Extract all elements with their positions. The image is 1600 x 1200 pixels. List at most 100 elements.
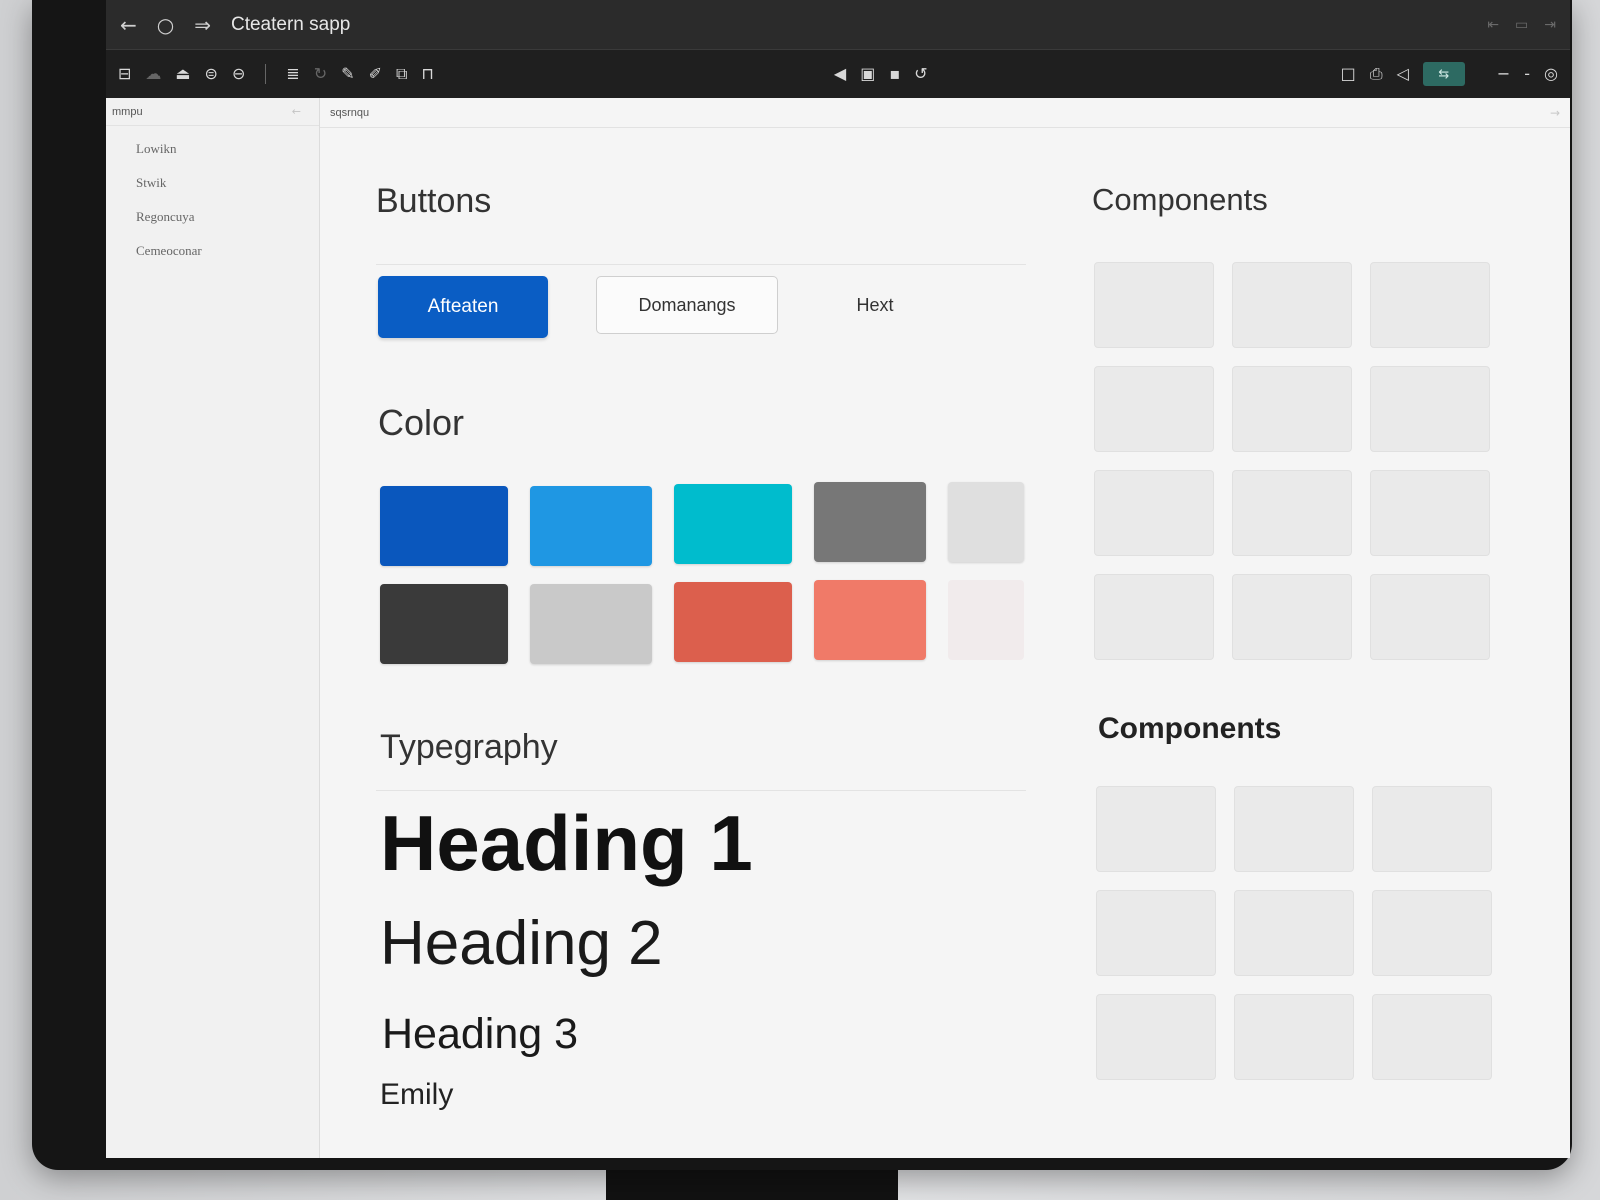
color-section-title: Color	[378, 402, 465, 443]
pen-icon[interactable]: ✎	[341, 66, 354, 82]
sidebar-list: Lowikn Stwik Regoncuya Cemeoconar	[106, 126, 319, 268]
component-tile[interactable]	[1096, 890, 1216, 976]
expand-icon[interactable]: ⇥	[1544, 17, 1556, 33]
secondary-button[interactable]: Domanangs	[596, 276, 778, 334]
volume-icon[interactable]: ◁	[1397, 66, 1409, 82]
component-tile[interactable]	[1232, 470, 1352, 556]
window-title: Cteatern sapp	[230, 13, 351, 35]
toolbar-right-group: □ ⎙ ◁ ⇆ − - ◎	[1341, 62, 1558, 86]
color-swatch[interactable]	[380, 584, 508, 664]
component-tile[interactable]	[1096, 994, 1216, 1080]
text-button[interactable]: Hext	[820, 276, 930, 334]
layers-icon[interactable]: ⊟	[118, 66, 131, 82]
heading-1-sample: Heading 1	[380, 799, 753, 887]
body-text-sample: Emily	[380, 1078, 454, 1111]
component-tile[interactable]	[1096, 786, 1216, 872]
component-tile[interactable]	[1232, 262, 1352, 348]
square-icon[interactable]: □	[1341, 66, 1356, 82]
color-swatch[interactable]	[814, 482, 926, 562]
component-tile[interactable]	[1234, 994, 1354, 1080]
component-tile[interactable]	[1370, 574, 1490, 660]
color-swatch[interactable]	[380, 486, 508, 566]
forward-arrow-icon[interactable]: ⇒	[194, 15, 211, 35]
section-divider	[376, 790, 1026, 791]
buttons-section-title: Buttons	[376, 182, 492, 220]
sidebar-item[interactable]: Stwik	[106, 166, 319, 200]
stack-icon[interactable]: ⊜	[205, 66, 218, 82]
nav-buttons: ← ○ ⇒	[120, 15, 211, 35]
sync-button[interactable]: ⇆	[1422, 62, 1465, 86]
breadcrumb: sqsrnqu →	[320, 98, 1570, 128]
component-tile[interactable]	[1232, 366, 1352, 452]
main-canvas: sqsrnqu → Buttons Afteaten Domanangs Hex…	[320, 98, 1570, 1158]
app-body: mmpu ← Lowikn Stwik Regoncuya Cemeoconar…	[106, 98, 1570, 1158]
color-swatch[interactable]	[674, 484, 792, 564]
toolbar-left-group: ⊟ ☁ ⏏ ⊜ ⊖ ≣ ↻ ✎ ✐ ⧉ ⊓	[118, 64, 434, 84]
color-swatch[interactable]	[530, 584, 652, 664]
list-icon[interactable]: ≣	[286, 66, 299, 82]
component-tile[interactable]	[1234, 786, 1354, 872]
toolbar: ⊟ ☁ ⏏ ⊜ ⊖ ≣ ↻ ✎ ✐ ⧉ ⊓ ◀ ▣ ▪ ↺ □ ⎙ ◁ ⇆ − …	[106, 50, 1570, 98]
dash-icon[interactable]: -	[1524, 66, 1530, 82]
component-tile[interactable]	[1372, 994, 1492, 1080]
component-tile[interactable]	[1370, 366, 1490, 452]
toolbar-separator	[265, 64, 267, 84]
frame-icon[interactable]: ⧉	[396, 66, 407, 82]
component-tile[interactable]	[1094, 262, 1214, 348]
close-icon[interactable]: ◎	[1544, 66, 1558, 82]
lock-icon[interactable]: ⊓	[421, 66, 433, 82]
tile-icon[interactable]: ▭	[1515, 17, 1528, 33]
monitor-bezel: ← ○ ⇒ Cteatern sapp ⇤ ▭ ⇥ ⊟ ☁ ⏏ ⊜ ⊖ ≣ ↻ …	[32, 0, 1572, 1170]
component-tile[interactable]	[1370, 262, 1490, 348]
component-tile[interactable]	[1372, 890, 1492, 976]
primary-button[interactable]: Afteaten	[378, 276, 548, 338]
save-icon[interactable]: ▪	[889, 66, 900, 82]
component-tile[interactable]	[1232, 574, 1352, 660]
breadcrumb-label: sqsrnqu	[330, 106, 370, 119]
cloud-icon[interactable]: ☁	[145, 66, 161, 82]
color-swatch[interactable]	[948, 580, 1024, 660]
app-window: ← ○ ⇒ Cteatern sapp ⇤ ▭ ⇥ ⊟ ☁ ⏏ ⊜ ⊖ ≣ ↻ …	[106, 0, 1570, 1158]
link-icon[interactable]: ↺	[914, 66, 927, 82]
brush-icon[interactable]: ✐	[369, 66, 382, 82]
sidebar: mmpu ← Lowikn Stwik Regoncuya Cemeoconar	[106, 98, 320, 1158]
sidebar-header: mmpu ←	[106, 98, 319, 126]
speaker-icon[interactable]: ◀	[834, 66, 846, 82]
component-tile[interactable]	[1094, 470, 1214, 556]
component-tile[interactable]	[1372, 786, 1492, 872]
typography-section-title: Typegraphy	[380, 728, 558, 766]
sidebar-item[interactable]: Cemeoconar	[106, 234, 319, 268]
component-tile[interactable]	[1370, 470, 1490, 556]
color-swatch[interactable]	[814, 580, 926, 660]
color-swatch[interactable]	[674, 582, 792, 662]
title-controls: ⇤ ▭ ⇥	[1487, 17, 1556, 33]
sidebar-title: mmpu	[112, 105, 143, 118]
components-grid	[1094, 262, 1490, 660]
color-swatch[interactable]	[948, 482, 1024, 562]
components-grid	[1096, 786, 1492, 1080]
component-tile[interactable]	[1094, 366, 1214, 452]
minimize-icon[interactable]: −	[1497, 66, 1510, 82]
breadcrumb-arrow-icon[interactable]: →	[1550, 106, 1560, 120]
color-swatch[interactable]	[530, 486, 652, 566]
back-arrow-icon[interactable]: ←	[120, 15, 137, 35]
toolbar-center-group: ◀ ▣ ▪ ↺	[834, 66, 928, 82]
title-bar: ← ○ ⇒ Cteatern sapp ⇤ ▭ ⇥	[106, 0, 1570, 50]
sidebar-item[interactable]: Regoncuya	[106, 200, 319, 234]
display-icon[interactable]: ▣	[860, 66, 875, 82]
heading-2-sample: Heading 2	[380, 909, 663, 978]
component-tile[interactable]	[1094, 574, 1214, 660]
component-tile[interactable]	[1234, 890, 1354, 976]
refresh-icon[interactable]: ○	[157, 15, 174, 35]
database-icon[interactable]: ⊖	[232, 66, 245, 82]
section-divider	[376, 264, 1026, 265]
history-icon[interactable]: ↻	[314, 66, 327, 82]
printer-icon[interactable]: ⎙	[1370, 66, 1383, 82]
pin-icon[interactable]: ⇤	[1487, 17, 1499, 33]
collapse-arrow-icon[interactable]: ←	[292, 105, 301, 118]
upload-icon[interactable]: ⏏	[175, 66, 190, 82]
components-section-title: Components	[1098, 712, 1282, 745]
components-section-title: Components	[1092, 182, 1268, 217]
sidebar-item[interactable]: Lowikn	[106, 132, 319, 166]
heading-3-sample: Heading 3	[382, 1010, 579, 1058]
